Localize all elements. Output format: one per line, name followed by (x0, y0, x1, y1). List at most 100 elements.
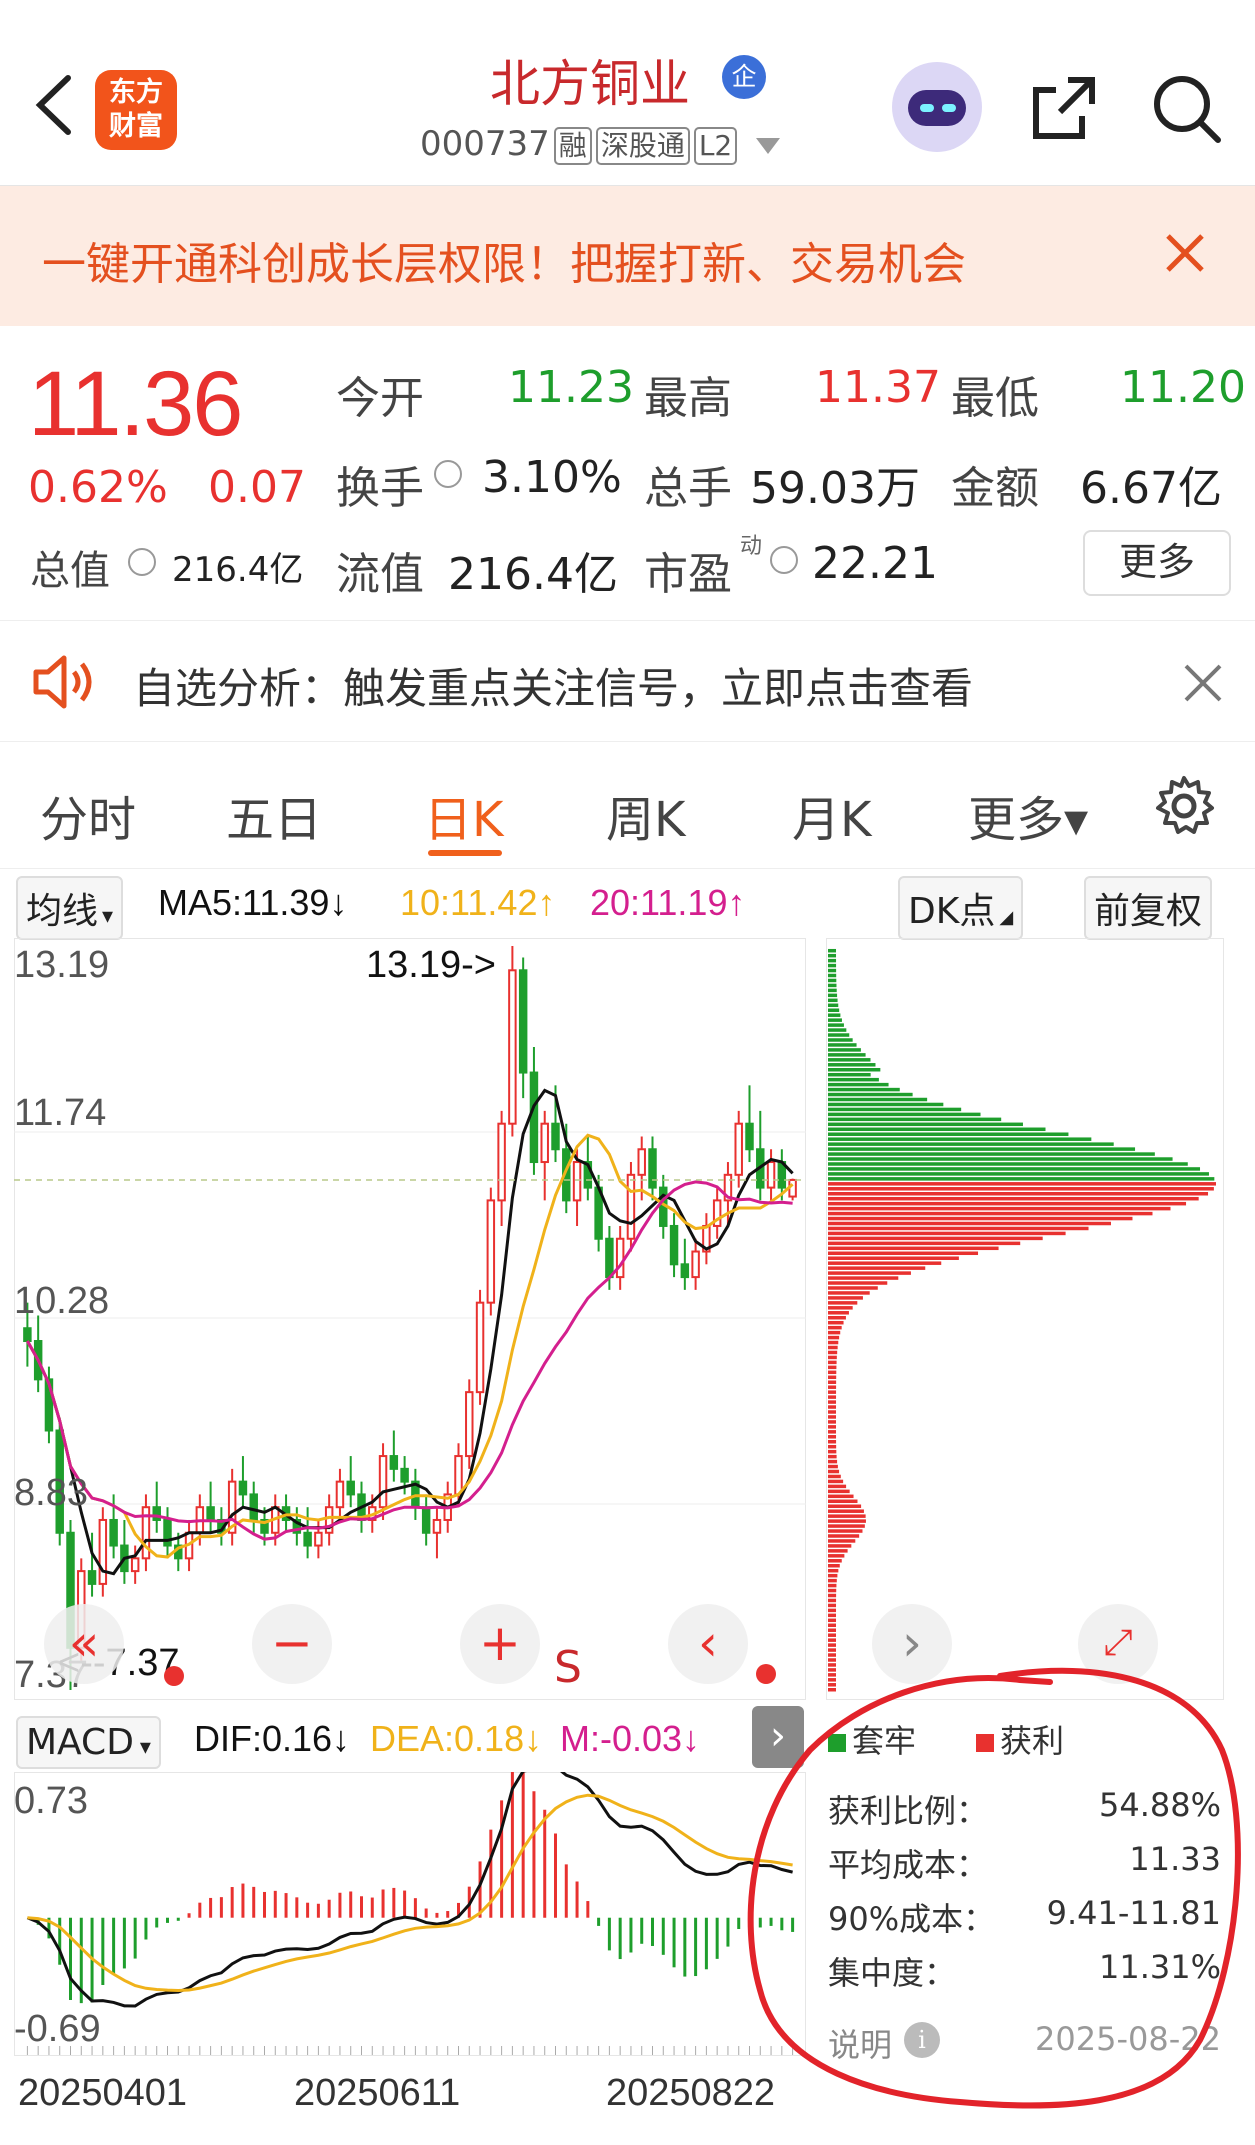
y-axis-label: 8.83 (14, 1472, 88, 1514)
chip-bar (828, 1077, 879, 1082)
dea-value: DEA:0.18↓ (370, 1718, 543, 1759)
chip-bar (828, 1583, 837, 1588)
tag-l2: L2 (693, 127, 738, 165)
volume-value: 59.03万 (750, 463, 920, 514)
dropdown-triangle-icon[interactable] (756, 137, 781, 154)
chip-bar (828, 1142, 1114, 1146)
more-quote-button[interactable]: 更多 (1083, 530, 1231, 596)
share-icon[interactable] (1028, 72, 1100, 144)
promo-banner-text[interactable]: 一键开通科创成长层权限！把握打新、交易机会 (42, 228, 966, 292)
ma-selector[interactable]: 均线 ▾ (16, 876, 124, 940)
candle-body (691, 1250, 700, 1279)
candle-body (486, 1199, 496, 1304)
analysis-text[interactable]: 自选分析：触发重点关注信号，立即点击查看 (133, 655, 973, 716)
chip-bar (828, 1162, 1188, 1166)
chip-bar (828, 1370, 837, 1375)
chip-bar (828, 1578, 837, 1583)
chip-bar (828, 1102, 944, 1107)
candle-body (346, 1480, 355, 1496)
banner-close-icon[interactable] (1160, 228, 1210, 278)
chip-bar (828, 1201, 1187, 1206)
chip-bar (828, 1494, 854, 1499)
chip-bar (828, 1355, 837, 1360)
zoom-in-icon[interactable]: + (460, 1604, 540, 1684)
dk-point-selector[interactable]: DK点 ◢ (898, 876, 1024, 940)
tab-weekly-k[interactable]: 周K (606, 780, 685, 850)
chip-bar (828, 1559, 842, 1563)
pe-superscript: 动 (740, 534, 763, 559)
candle-body (432, 1518, 442, 1534)
chip-bar (828, 1092, 913, 1097)
kline-chart[interactable] (14, 938, 806, 1700)
date-label: 20250401 (18, 2072, 188, 2114)
chip-bar (828, 1489, 850, 1494)
chip-bar (828, 1593, 837, 1598)
candle-body (637, 1148, 646, 1176)
tab-intraday[interactable]: 分时 (40, 780, 136, 850)
candle-body (389, 1455, 399, 1470)
high-label: 最高 (644, 373, 732, 424)
chip-bar (828, 1003, 839, 1008)
macd-chart[interactable] (14, 1772, 806, 2056)
ma-selector-label: 均线 (26, 891, 99, 932)
chip-bar (828, 1479, 844, 1484)
ai-assistant-avatar[interactable] (892, 62, 982, 152)
chip-bar (828, 1549, 848, 1553)
ma10-line (26, 1133, 794, 1559)
low-value: 11.20 (1120, 362, 1246, 413)
chip-bar (828, 1206, 1171, 1211)
chip-bar (828, 1603, 837, 1608)
candle-body (109, 1518, 118, 1547)
chip-bar (828, 968, 837, 973)
y-axis-label: 13.19 (14, 944, 110, 986)
chip-bar (828, 1271, 911, 1275)
adjust-selector[interactable]: 前复权 (1084, 876, 1213, 940)
search-icon[interactable] (1150, 72, 1224, 146)
chip-bar (828, 1236, 1043, 1241)
chip-bar (828, 1008, 840, 1012)
chip-bar (828, 1430, 837, 1434)
chip-bar (828, 1306, 853, 1310)
annotation-circle (747, 1667, 1241, 2109)
chip-bar (828, 1633, 837, 1637)
chip-bar (828, 1573, 838, 1578)
macd-selector[interactable]: MACD ▾ (16, 1716, 161, 1769)
candle-body (518, 969, 528, 1074)
info-icon[interactable] (434, 460, 462, 488)
chip-bar (828, 1087, 900, 1092)
chip-distribution-chart[interactable] (826, 938, 1224, 1700)
candle-body (766, 1161, 776, 1189)
chip-bar (828, 1375, 837, 1380)
app-logo: 东方 财富 (95, 70, 177, 150)
chip-bar (828, 1177, 1215, 1181)
y-axis-label: 11.74 (14, 1092, 107, 1134)
chip-frame (826, 938, 1224, 1700)
tab-monthly-k[interactable]: 月K (792, 780, 871, 850)
pe-value: 22.21 (812, 538, 938, 589)
chip-bar (828, 1395, 837, 1399)
candle-body (572, 1161, 582, 1202)
info-icon[interactable] (770, 546, 798, 574)
analysis-close-icon[interactable] (1180, 660, 1226, 706)
open-label: 今开 (336, 373, 424, 424)
tab-five-day[interactable]: 五日 (226, 780, 322, 850)
chip-bar (828, 1608, 837, 1613)
chip-bar (828, 1192, 1209, 1196)
info-icon[interactable] (128, 548, 156, 576)
chip-bar (828, 1038, 853, 1042)
tab-daily-k[interactable]: 日K (424, 780, 503, 850)
zoom-out-icon[interactable]: − (252, 1604, 332, 1684)
dea-line (27, 1793, 793, 1993)
chip-bar (828, 1320, 844, 1325)
settings-gear-icon[interactable] (1152, 774, 1216, 838)
stock-code-row[interactable]: 000737 融深股通 L2 (420, 124, 781, 165)
rewind-icon[interactable]: « (44, 1604, 124, 1684)
chip-bar (828, 1167, 1201, 1171)
chip-bar (828, 1018, 842, 1022)
chip-bar (828, 993, 838, 998)
chip-bar (828, 1365, 837, 1370)
back-arrow-icon[interactable] (24, 70, 84, 140)
chip-bar (828, 1221, 1111, 1226)
tab-more[interactable]: 更多▾ (968, 780, 1088, 850)
chip-bar (828, 1152, 1155, 1156)
